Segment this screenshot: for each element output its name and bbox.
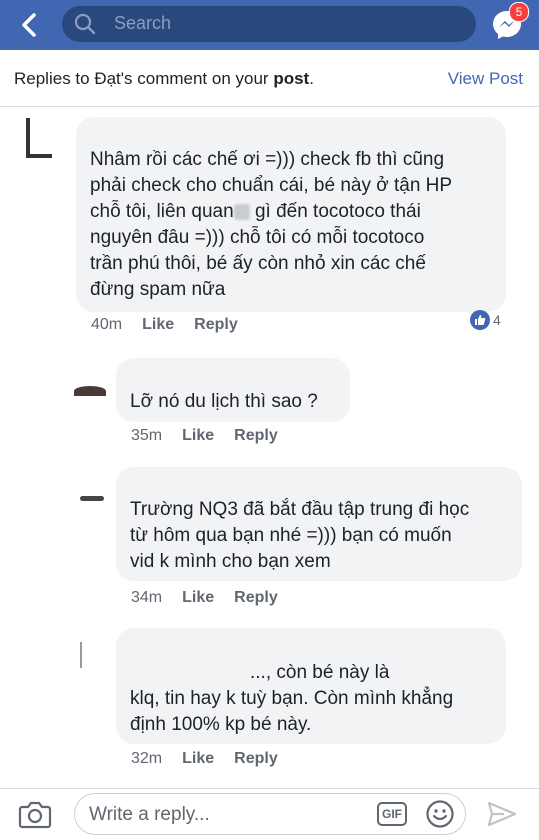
- emoji-icon[interactable]: [425, 799, 455, 829]
- view-post-link[interactable]: View Post: [448, 69, 523, 89]
- avatar[interactable]: [22, 118, 58, 164]
- reply-composer: Write a reply... GIF: [0, 788, 539, 840]
- search-icon: [74, 13, 96, 35]
- reply-meta: 32m Like Reply: [131, 750, 298, 768]
- like-link[interactable]: Like: [182, 427, 214, 444]
- gif-button[interactable]: GIF: [377, 802, 407, 826]
- comment-meta: 40m Like Reply: [91, 316, 258, 334]
- like-link[interactable]: Like: [142, 316, 174, 333]
- reply-time: 32m: [131, 750, 163, 767]
- reaction-summary[interactable]: 4: [470, 310, 501, 330]
- send-icon[interactable]: [486, 799, 518, 829]
- avatar[interactable]: [74, 366, 106, 396]
- avatar[interactable]: [78, 642, 84, 668]
- reaction-count: 4: [493, 312, 501, 328]
- notification-badge: 5: [509, 2, 529, 22]
- reply-bubble: ..., còn bé này là klq, tin hay k tuỳ bạ…: [116, 628, 506, 744]
- search-input[interactable]: Search: [62, 6, 476, 42]
- like-link[interactable]: Like: [182, 589, 214, 606]
- replies-title: Replies to Đạt's comment on your post.: [14, 69, 314, 88]
- avatar[interactable]: [80, 496, 104, 504]
- comment-time: 40m: [91, 316, 123, 333]
- like-reaction-icon: [470, 310, 490, 330]
- reply-placeholder: Write a reply...: [89, 804, 210, 825]
- reply-time: 34m: [131, 589, 163, 606]
- reply-bubble: Lỡ nó du lịch thì sao ?: [116, 358, 350, 422]
- reply-input[interactable]: Write a reply... GIF: [74, 793, 466, 835]
- reply-meta: 34m Like Reply: [131, 589, 298, 607]
- replies-header: Replies to Đạt's comment on your post. V…: [0, 50, 539, 107]
- reply-link[interactable]: Reply: [234, 427, 278, 444]
- reply-link[interactable]: Reply: [234, 589, 278, 606]
- comment-bubble: Nhâm rồi các chế ơi =))) check fb thì cũ…: [76, 117, 506, 312]
- like-link[interactable]: Like: [182, 750, 214, 767]
- reply-link[interactable]: Reply: [234, 750, 278, 767]
- reply-link[interactable]: Reply: [194, 316, 238, 333]
- reply-time: 35m: [131, 427, 163, 444]
- top-bar: Search 5: [0, 0, 539, 50]
- back-arrow-icon[interactable]: [14, 10, 44, 40]
- blurred-word: [233, 203, 250, 220]
- reply-meta: 35m Like Reply: [131, 427, 298, 445]
- camera-icon[interactable]: [18, 799, 52, 829]
- reply-bubble: Trường NQ3 đã bắt đầu tập trung đi học t…: [116, 467, 522, 581]
- search-placeholder: Search: [114, 13, 172, 33]
